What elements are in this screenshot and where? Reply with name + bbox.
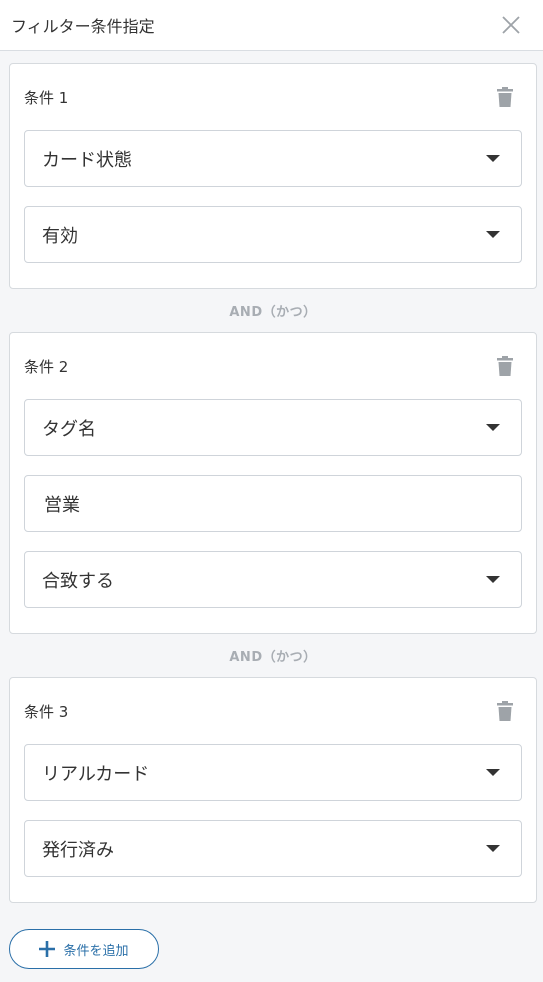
trash-icon <box>497 87 513 107</box>
field-select-value: カード状態 <box>42 149 132 171</box>
dropdown-arrow-icon <box>486 576 500 583</box>
condition-title: 条件 3 <box>24 702 69 721</box>
panel-title: フィルター条件指定 <box>11 17 155 36</box>
field-select[interactable]: カード状態 <box>24 130 522 187</box>
close-icon <box>502 16 520 34</box>
condition-card-2: 条件 2 タグ名 合致する <box>9 332 537 634</box>
trash-icon <box>497 356 513 376</box>
dropdown-arrow-icon <box>486 845 500 852</box>
condition-title: 条件 2 <box>24 357 69 376</box>
close-button[interactable] <box>498 12 524 38</box>
delete-condition-button[interactable] <box>494 700 516 722</box>
condition-card-1: 条件 1 カード状態 有効 <box>9 63 537 289</box>
plus-icon <box>39 941 56 957</box>
value-select[interactable]: 有効 <box>24 206 522 263</box>
panel-header: フィルター条件指定 <box>0 0 543 51</box>
field-select[interactable]: リアルカード <box>24 744 522 801</box>
match-select-value: 合致する <box>42 570 114 592</box>
conditions-list: 条件 1 カード状態 有効 AND（かつ） 条件 2 タグ名 営業 合致する A… <box>0 51 543 969</box>
field-select-value: タグ名 <box>42 418 96 440</box>
condition-header: 条件 2 <box>24 333 522 399</box>
dropdown-arrow-icon <box>486 769 500 776</box>
condition-header: 条件 1 <box>24 64 522 130</box>
match-select[interactable]: 合致する <box>24 551 522 608</box>
trash-icon <box>497 701 513 721</box>
delete-condition-button[interactable] <box>494 86 516 108</box>
dropdown-arrow-icon <box>486 231 500 238</box>
field-select[interactable]: タグ名 <box>24 399 522 456</box>
add-condition-label: 条件を追加 <box>63 943 129 959</box>
condition-title: 条件 1 <box>24 88 69 107</box>
condition-card-3: 条件 3 リアルカード 発行済み <box>9 677 537 903</box>
value-select-value: 有効 <box>42 225 78 247</box>
and-connector: AND（かつ） <box>229 650 317 665</box>
condition-header: 条件 3 <box>24 678 522 744</box>
field-select-value: リアルカード <box>42 763 150 785</box>
value-select-value: 発行済み <box>42 839 114 861</box>
and-connector: AND（かつ） <box>229 305 317 320</box>
tag-name-input[interactable] <box>24 475 522 532</box>
dropdown-arrow-icon <box>486 424 500 431</box>
add-condition-button[interactable]: 条件を追加 <box>9 929 159 969</box>
filter-panel: フィルター条件指定 条件 1 カード状態 有効 AND（かつ） 条件 2 タグ名… <box>0 0 543 982</box>
delete-condition-button[interactable] <box>494 355 516 377</box>
dropdown-arrow-icon <box>486 155 500 162</box>
value-select[interactable]: 発行済み <box>24 820 522 877</box>
